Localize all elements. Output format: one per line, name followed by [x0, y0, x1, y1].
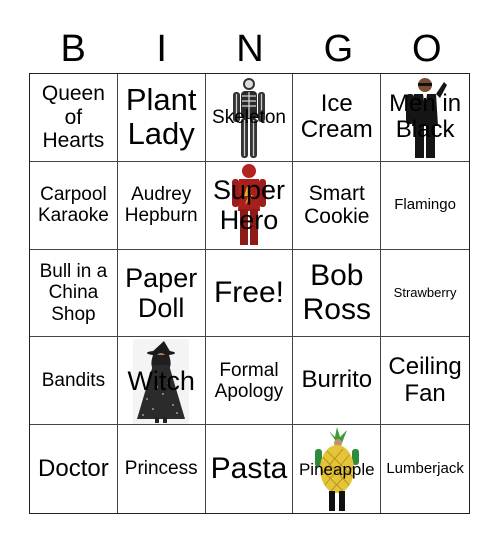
cell-label: Carpool Karaoke [38, 183, 109, 227]
bingo-cell[interactable]: Strawberry [381, 250, 469, 338]
bingo-cell[interactable]: Bob Ross [293, 249, 382, 338]
bingo-cell[interactable]: Plant Lady [117, 74, 206, 162]
cell-label: Super Hero [212, 174, 286, 236]
bingo-cell[interactable]: Queen of Hearts [30, 74, 118, 162]
header-letter-g: G [323, 28, 354, 70]
bingo-cell[interactable]: Burrito [293, 337, 382, 426]
cell-label: Plant Lady [125, 81, 197, 152]
bingo-header: B I N G O [29, 26, 471, 72]
header-letter-o: O [412, 28, 442, 70]
cell-label: Audrey Hepburn [124, 183, 198, 227]
bingo-cell[interactable]: Bandits [30, 337, 118, 426]
cell-label: Princess [124, 458, 198, 480]
bingo-cell[interactable]: Audrey Hepburn [117, 161, 206, 250]
bingo-cell[interactable]: Skeleton [205, 74, 294, 162]
cell-label: Skeleton [212, 106, 286, 128]
cell-label: Paper Doll [125, 262, 198, 323]
bingo-cell[interactable]: Ceiling Fan [381, 337, 469, 426]
cell-label: Lumberjack [386, 459, 464, 477]
bingo-cell[interactable]: Formal Apology [205, 337, 294, 426]
cell-label: Bandits [41, 370, 106, 392]
header-letter-i: I [156, 28, 167, 70]
cell-label: Pasta [210, 452, 288, 486]
bingo-cell[interactable]: Bull in a China Shop [30, 249, 118, 338]
bingo-cell[interactable]: Lumberjack [381, 425, 469, 513]
cell-label: Queen of Hearts [41, 82, 105, 153]
bingo-cell[interactable]: Pineapple [293, 425, 382, 513]
bingo-cell[interactable]: Carpool Karaoke [30, 161, 118, 250]
cell-label: Men in Black [389, 89, 462, 144]
cell-label: Bob Ross [302, 259, 371, 326]
bingo-cell[interactable]: Men in Black [381, 74, 469, 162]
bingo-cell[interactable]: Doctor [30, 425, 118, 513]
header-letter-n: N [236, 28, 264, 70]
cell-label: Ceiling Fan [388, 352, 462, 407]
bingo-cell[interactable]: Super Hero [205, 161, 294, 250]
cell-label: Witch [127, 365, 195, 396]
cell-label: Burrito [301, 366, 373, 394]
bingo-cell[interactable]: Free! [205, 249, 294, 338]
cell-label: Strawberry [393, 284, 457, 300]
bingo-cell[interactable]: Flamingo [381, 162, 469, 250]
bingo-cell[interactable]: Ice Cream [293, 74, 382, 162]
bingo-cell[interactable]: Smart Cookie [293, 161, 382, 250]
cell-label: Doctor [38, 454, 109, 482]
cell-label: Flamingo [394, 195, 456, 213]
cell-label: Pineapple [298, 459, 375, 479]
bingo-cell[interactable]: Paper Doll [117, 249, 206, 338]
cell-label: Formal Apology [214, 359, 284, 402]
cell-label: Smart Cookie [304, 181, 370, 229]
cell-label: Bull in a China Shop [39, 261, 108, 325]
cell-label: Ice Cream [300, 89, 373, 144]
bingo-cell[interactable]: Witch [117, 337, 206, 426]
free-space: Free! [213, 276, 284, 310]
header-letter-b: B [60, 28, 86, 70]
bingo-grid: Queen of Hearts Plant Lady Skeleton Ice … [29, 73, 470, 514]
bingo-cell[interactable]: Pasta [206, 425, 294, 513]
bingo-cell[interactable]: Princess [118, 425, 206, 513]
